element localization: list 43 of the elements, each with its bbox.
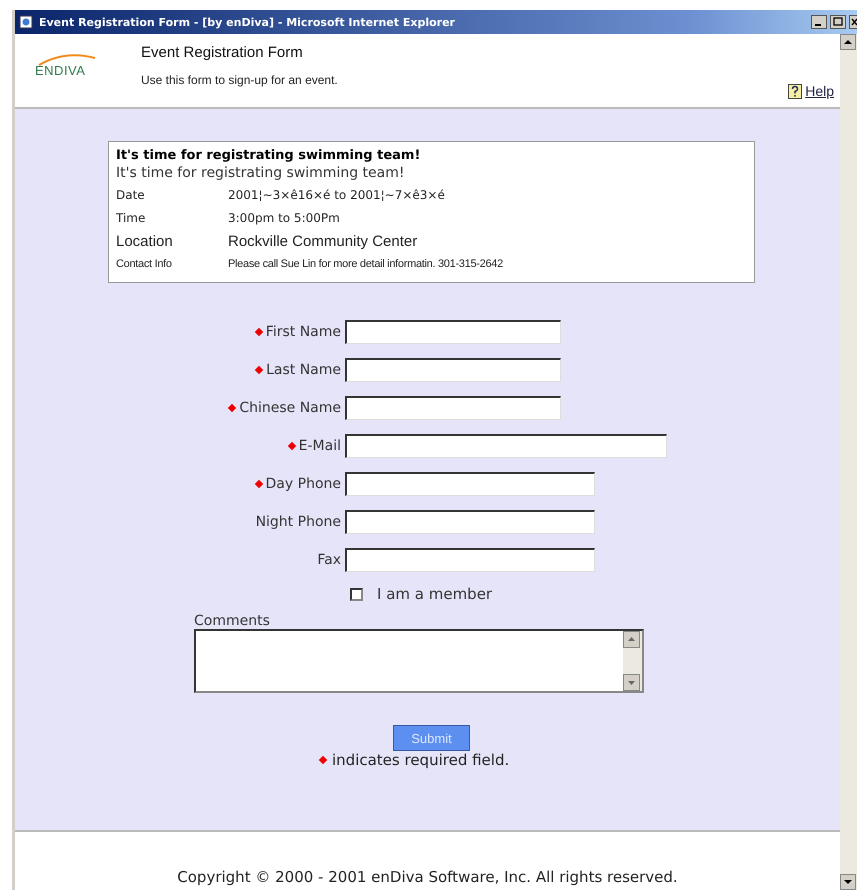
minimize-icon[interactable] [811, 15, 827, 29]
close-icon[interactable] [849, 15, 857, 29]
member-checkbox[interactable] [350, 588, 363, 600]
detail-label: Location [116, 232, 174, 252]
field-label: E-Mail [298, 438, 341, 454]
logo: ENDIVA [15, 34, 125, 107]
detail-value: Please call Sue Lin for more detail informatin. 301-315-2642 [228, 257, 503, 272]
input-field[interactable] [345, 472, 595, 496]
field-label: Day Phone [266, 476, 341, 492]
input-field[interactable] [345, 434, 667, 458]
required-icon [318, 756, 328, 764]
help-link[interactable]: Help [805, 83, 834, 99]
field-label: First Name [266, 324, 341, 340]
input-field[interactable] [345, 548, 595, 572]
detail-value: Rockville Community Center [228, 232, 418, 252]
detail-label: Date [116, 187, 146, 204]
detail-value: 2001¦~3×ê16×é to 2001¦~7×ê3×é [228, 187, 445, 204]
maximize-icon[interactable] [830, 15, 846, 29]
detail-label: Contact Info [116, 257, 173, 272]
comments-label: Comments [194, 613, 271, 629]
required-note: indicates required field. [332, 751, 510, 769]
field-label: Chinese Name [239, 400, 341, 416]
event-heading: It's time for registrating swimming team! [116, 148, 422, 163]
scroll-down-icon[interactable] [840, 874, 856, 890]
input-field[interactable] [345, 510, 595, 534]
scroll-up-icon[interactable] [840, 34, 856, 50]
form-title: Event Registration Form [141, 44, 304, 61]
detail-label: Time [116, 210, 146, 227]
input-field[interactable] [345, 320, 561, 344]
checkbox-label: I am a member [377, 585, 492, 603]
detail-value: 3:00pm to 5:00Pm [228, 210, 340, 227]
page-icon [19, 15, 33, 29]
field-label: Night Phone [256, 514, 341, 530]
window-title: Event Registration Form - [by enDiva] - Microsoft Internet Explorer [39, 16, 455, 28]
event-description: It's time for registrating swimming team! [116, 165, 406, 181]
field-label: Last Name [266, 362, 341, 378]
copyright-text: Copyright © 2000 - 2001 enDiva Software, Inc. All rights reserved. [177, 868, 678, 886]
input-field[interactable] [345, 358, 561, 382]
field-label: Fax [317, 552, 341, 568]
input-field[interactable] [345, 396, 561, 420]
form-subtitle: Use this form to sign-up for an event. [141, 73, 339, 87]
help-icon [788, 84, 802, 99]
scrollbar[interactable] [840, 34, 857, 890]
